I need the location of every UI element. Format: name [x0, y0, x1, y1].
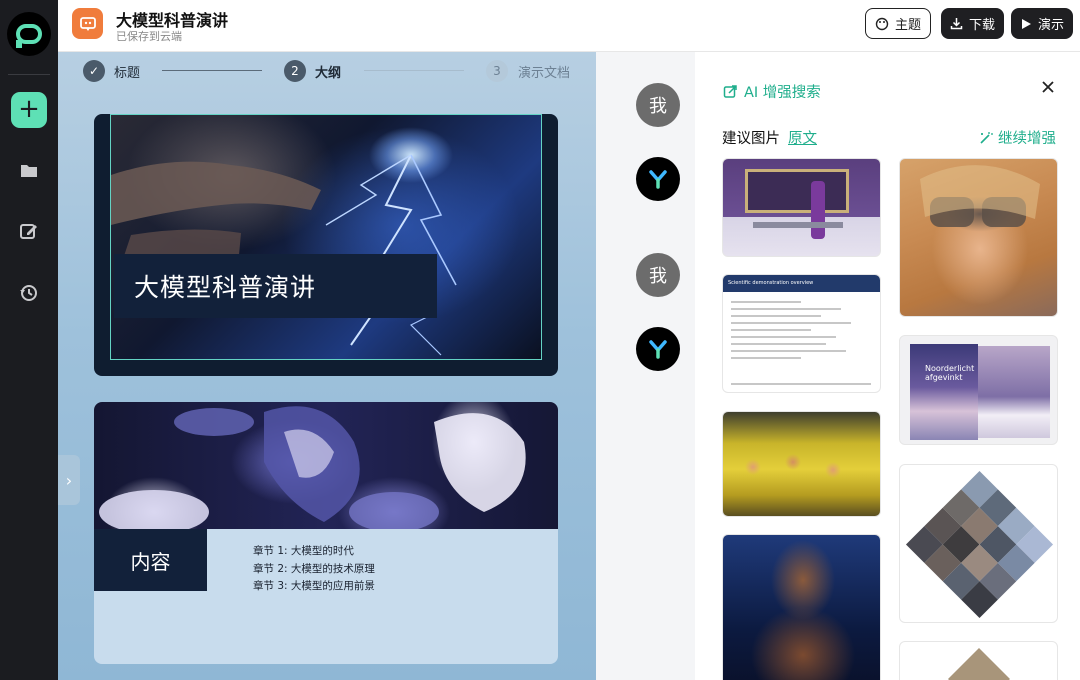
- progress-steps: ✓ 标题 2 大纲 3 演示文档: [58, 52, 596, 90]
- assistant-avatar: [636, 327, 680, 371]
- image-result-portrait[interactable]: [722, 534, 881, 680]
- content-label[interactable]: 内容: [131, 546, 171, 575]
- lightning-hand-image: [110, 114, 542, 360]
- edit-icon[interactable]: [19, 221, 39, 241]
- step-1-label[interactable]: 标题: [114, 62, 140, 81]
- download-icon: [950, 18, 963, 30]
- original-link[interactable]: 原文: [788, 127, 817, 148]
- chapter-item[interactable]: 章节 1: 大模型的时代: [253, 543, 375, 561]
- panel-title-text: AI 增强搜索: [744, 85, 821, 101]
- chevron-right-icon: ›: [65, 470, 73, 490]
- doc-line: [731, 308, 841, 310]
- step-2-label[interactable]: 大纲: [315, 62, 341, 81]
- add-icon: +: [18, 94, 40, 124]
- close-icon[interactable]: [1041, 80, 1055, 94]
- image-result-mosaic[interactable]: [899, 464, 1058, 623]
- magazine-page-left: Noorderlicht afgevinkt: [910, 344, 978, 440]
- theme-label: 主题: [895, 18, 922, 33]
- expand-sidebar-button[interactable]: ›: [58, 455, 80, 505]
- presentation-icon: [72, 8, 103, 39]
- new-button[interactable]: +: [11, 92, 47, 128]
- magic-wand-icon: [980, 131, 993, 144]
- step-connector: [162, 70, 262, 71]
- slide-editor: ✓ 标题 2 大纲 3 演示文档 大模型科普演讲 内容 章节 1: 大模型的时代…: [58, 52, 596, 680]
- magazine-title: Noorderlicht afgevinkt: [925, 364, 975, 382]
- theme-button[interactable]: 主题: [865, 8, 932, 39]
- step-3-label[interactable]: 演示文档: [518, 62, 570, 81]
- image-detail: [745, 169, 849, 213]
- content-slide[interactable]: 内容 章节 1: 大模型的时代 章节 2: 大模型的技术原理 章节 3: 大模型…: [94, 402, 558, 664]
- doc-line: [731, 350, 846, 352]
- step-connector: [364, 70, 464, 71]
- play-icon: [1022, 18, 1031, 29]
- chapter-list: 章节 1: 大模型的时代 章节 2: 大模型的技术原理 章节 3: 大模型的应用…: [253, 543, 375, 596]
- assistant-logo-icon: [649, 170, 667, 189]
- image-result-magazine[interactable]: Noorderlicht afgevinkt: [899, 335, 1058, 445]
- step-3-number[interactable]: 3: [486, 60, 508, 82]
- top-header: 大模型科普演讲 已保存到云端 主题 下载 演示: [58, 0, 1080, 52]
- cover-title-box: 大模型科普演讲: [114, 254, 437, 318]
- image-result-partial[interactable]: [899, 641, 1058, 680]
- iris-flower-image: [94, 402, 558, 529]
- logo-icon: [16, 24, 42, 48]
- doc-line: [731, 357, 801, 359]
- doc-thumb-title: Scientific demonstration overview: [723, 275, 880, 292]
- palette-icon: [875, 17, 889, 30]
- chat-column: 我 我: [596, 52, 695, 680]
- image-result-crowd[interactable]: [722, 411, 881, 517]
- download-button[interactable]: 下载: [941, 8, 1005, 39]
- image-detail: [753, 222, 843, 228]
- continue-enhance-button[interactable]: 继续增强: [979, 127, 1056, 148]
- suggested-images-label: 建议图片: [722, 131, 780, 147]
- present-label: 演示: [1038, 18, 1065, 33]
- doc-line: [731, 343, 826, 345]
- image-detail: [811, 181, 825, 239]
- doc-line: [731, 322, 851, 324]
- doc-line: [731, 383, 871, 385]
- doc-line: [731, 329, 811, 331]
- cover-title[interactable]: 大模型科普演讲: [134, 268, 316, 304]
- download-label: 下载: [969, 18, 996, 33]
- save-status: 已保存到云端: [116, 30, 182, 43]
- brand-logo[interactable]: [7, 12, 51, 56]
- left-rail: +: [0, 0, 58, 680]
- content-label-box: 内容: [94, 529, 207, 591]
- step-2-number[interactable]: 2: [284, 60, 306, 82]
- edit-external-icon: [723, 85, 737, 98]
- user-avatar: 我: [636, 83, 680, 127]
- user-avatar: 我: [636, 253, 680, 297]
- assistant-avatar: [636, 157, 680, 201]
- chapter-item[interactable]: 章节 3: 大模型的应用前景: [253, 578, 375, 596]
- image-result-goggles[interactable]: [899, 158, 1058, 317]
- step-1-check-icon[interactable]: ✓: [83, 60, 105, 82]
- panel-title: AI 增强搜索: [723, 81, 821, 102]
- ai-search-panel: AI 增强搜索 建议图片 原文 继续增强 Scientific demonstr…: [695, 52, 1080, 680]
- image-result-document[interactable]: Scientific demonstration overview: [722, 274, 881, 393]
- folder-icon[interactable]: [19, 160, 39, 180]
- doc-line: [731, 336, 836, 338]
- magazine-page-right: [978, 346, 1050, 438]
- assistant-logo-icon: [649, 340, 667, 359]
- history-icon[interactable]: [19, 283, 39, 303]
- chapter-item[interactable]: 章节 2: 大模型的技术原理: [253, 561, 375, 579]
- rail-divider: [8, 74, 50, 75]
- present-button[interactable]: 演示: [1011, 8, 1074, 39]
- doc-line: [731, 301, 801, 303]
- continue-enhance-label: 继续增强: [998, 131, 1056, 147]
- image-result-lab[interactable]: [722, 158, 881, 257]
- doc-line: [731, 315, 821, 317]
- cover-slide[interactable]: 大模型科普演讲: [94, 114, 558, 376]
